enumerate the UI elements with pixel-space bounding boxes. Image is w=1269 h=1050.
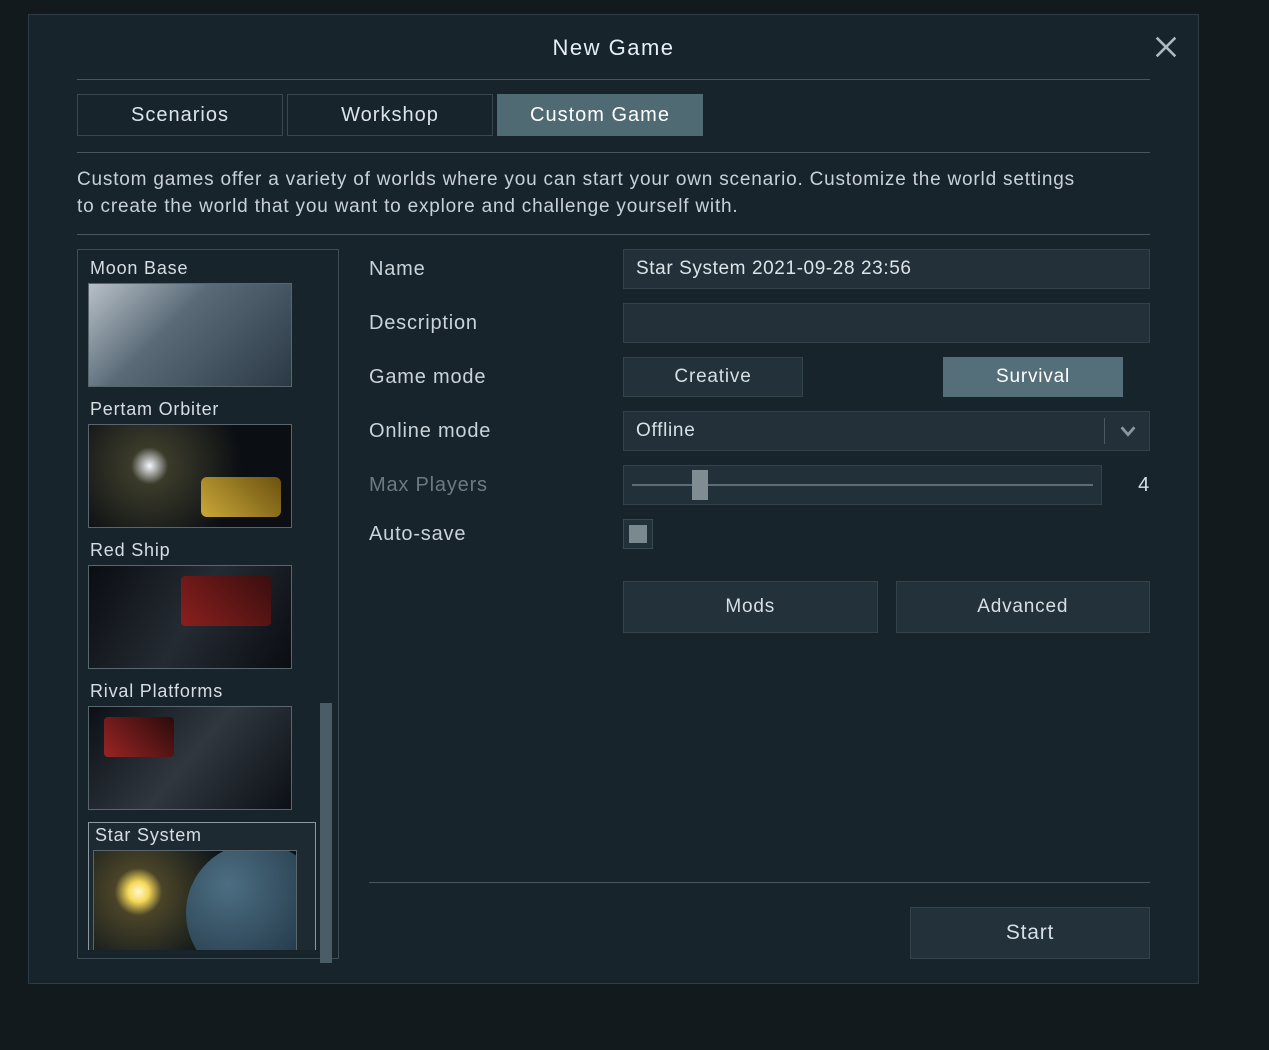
advanced-button[interactable]: Advanced [896,581,1151,633]
scenario-item-star-system[interactable]: Star System [88,822,316,950]
description-input[interactable] [623,303,1150,343]
scenario-item-red-ship[interactable]: Red Ship [88,540,316,669]
label-maxplayers: Max Players [369,474,623,497]
tab-description: Custom games offer a variety of worlds w… [77,167,1097,220]
divider [77,79,1150,80]
gamemode-survival-button[interactable]: Survival [943,357,1123,397]
divider [77,234,1150,235]
tab-bar: Scenarios Workshop Custom Game [77,94,1150,136]
start-button[interactable]: Start [910,907,1150,959]
close-icon [1152,48,1180,65]
label-onlinemode: Online mode [369,420,623,443]
new-game-window: New Game Scenarios Workshop Custom Game … [28,14,1199,984]
scenario-item-rival-platforms[interactable]: Rival Platforms [88,681,316,810]
maxplayers-slider[interactable] [623,465,1102,505]
tab-custom-game[interactable]: Custom Game [497,94,703,136]
divider [369,882,1150,883]
slider-thumb[interactable] [692,470,708,500]
scenario-thumbnail [88,424,292,528]
row-actions: Mods Advanced [369,563,1150,633]
tab-workshop[interactable]: Workshop [287,94,493,136]
label-name: Name [369,258,623,281]
chevron-down-icon [1117,420,1139,442]
content-area: Moon Base Pertam Orbiter Red Ship Rival … [77,249,1150,959]
scenario-item-moon-base[interactable]: Moon Base [88,258,316,387]
maxplayers-value: 4 [1120,474,1150,497]
window-title: New Game [77,35,1150,61]
scenario-item-pertam-orbiter[interactable]: Pertam Orbiter [88,399,316,528]
row-description: Description [369,303,1150,343]
scrollbar-thumb[interactable] [320,703,332,963]
checkbox-checked-icon [629,525,647,543]
close-button[interactable] [1152,33,1180,61]
tab-scenarios[interactable]: Scenarios [77,94,283,136]
row-maxplayers: Max Players 4 [369,465,1150,505]
row-autosave: Auto-save [369,519,1150,549]
label-description: Description [369,312,623,335]
scenario-label: Moon Base [88,258,316,279]
dropdown-divider [1104,418,1105,444]
onlinemode-value: Offline [636,420,695,442]
row-gamemode: Game mode Creative Survival [369,357,1150,397]
scenario-list: Moon Base Pertam Orbiter Red Ship Rival … [77,249,339,959]
footer: Start [369,907,1150,959]
divider [77,152,1150,153]
scenario-label: Pertam Orbiter [88,399,316,420]
scenario-label: Red Ship [88,540,316,561]
mods-button[interactable]: Mods [623,581,878,633]
scenario-thumbnail [88,283,292,387]
autosave-checkbox[interactable] [623,519,653,549]
scenario-thumbnail [93,850,297,950]
scenario-label: Rival Platforms [88,681,316,702]
scenario-thumbnail [88,565,292,669]
gamemode-creative-button[interactable]: Creative [623,357,803,397]
name-input[interactable] [623,249,1150,289]
onlinemode-dropdown[interactable]: Offline [623,411,1150,451]
scenario-thumbnail [88,706,292,810]
scenario-scroll[interactable]: Moon Base Pertam Orbiter Red Ship Rival … [88,258,316,950]
label-autosave: Auto-save [369,523,623,546]
label-gamemode: Game mode [369,366,623,389]
scrollbar-track[interactable] [320,258,332,950]
row-onlinemode: Online mode Offline [369,411,1150,451]
settings-form: Name Description Game mode Creative S [369,249,1150,959]
row-name: Name [369,249,1150,289]
scenario-label: Star System [93,825,311,846]
